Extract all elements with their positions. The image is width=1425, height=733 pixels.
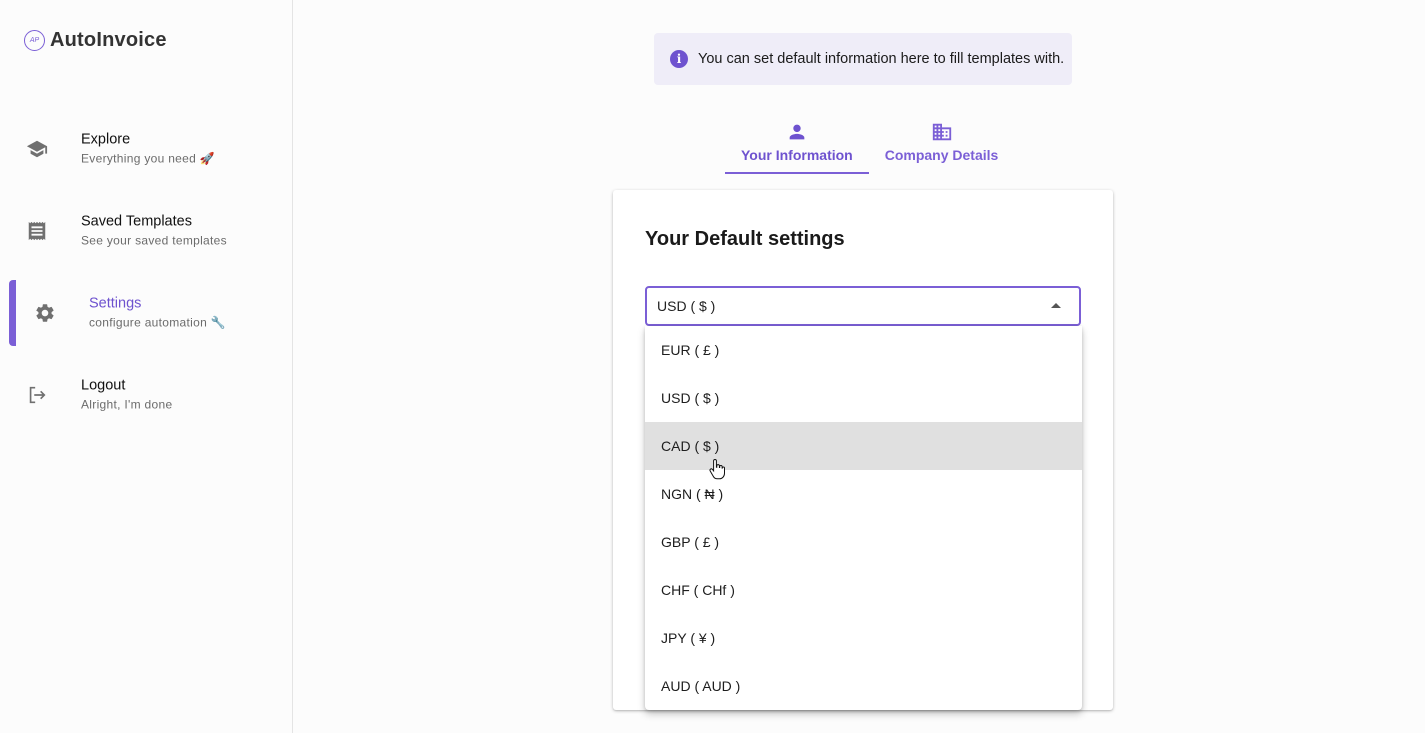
info-banner: i You can set default information here t… <box>654 33 1072 85</box>
logout-icon <box>29 386 46 404</box>
sidebar-item-title: Settings <box>89 295 142 312</box>
card-title: Your Default settings <box>645 228 845 250</box>
sidebar-item-subtitle: Everything you need 🚀 <box>81 151 215 166</box>
currency-option[interactable]: CHF ( CHf ) <box>645 566 1082 614</box>
tab-label: Your Information <box>741 147 853 163</box>
info-icon: i <box>670 50 688 68</box>
sidebar: AP AutoInvoice Explore Everything you ne… <box>0 0 293 733</box>
app-logo[interactable]: AP AutoInvoice <box>24 29 167 52</box>
receipt-icon <box>28 221 46 241</box>
tab-your-information[interactable]: Your Information <box>725 110 869 174</box>
app-name: AutoInvoice <box>50 29 167 51</box>
sidebar-item-explore[interactable]: Explore Everything you need 🚀 <box>0 116 292 182</box>
sidebar-item-settings[interactable]: Settings configure automation 🔧 <box>0 280 292 346</box>
app-root: AP AutoInvoice Explore Everything you ne… <box>0 0 1425 733</box>
currency-select-value: USD ( $ ) <box>657 298 716 314</box>
person-icon <box>789 124 805 140</box>
currency-option[interactable]: JPY ( ¥ ) <box>645 614 1082 662</box>
active-indicator <box>9 280 16 346</box>
sidebar-item-logout[interactable]: Logout Alright, I'm done <box>0 362 292 428</box>
sidebar-item-subtitle: configure automation 🔧 <box>89 315 226 330</box>
currency-option[interactable]: AUD ( AUD ) <box>645 662 1082 710</box>
logo-mark-icon: AP <box>24 30 45 51</box>
sidebar-item-title: Logout <box>81 377 126 394</box>
sidebar-item-subtitle: See your saved templates <box>81 233 227 248</box>
hand-cursor-icon <box>709 458 725 480</box>
tab-company-details[interactable]: Company Details <box>869 110 1015 174</box>
currency-option[interactable]: EUR ( £ ) <box>645 326 1082 374</box>
currency-option[interactable]: GBP ( £ ) <box>645 518 1082 566</box>
sidebar-item-saved-templates[interactable]: Saved Templates See your saved templates <box>0 198 292 264</box>
gear-icon <box>36 304 54 322</box>
settings-tabs: Your Information Company Details <box>725 110 1014 174</box>
currency-select[interactable]: USD ( $ ) <box>645 286 1081 326</box>
currency-dropdown-menu: EUR ( £ ) USD ( $ ) CAD ( $ ) NGN ( ₦ ) … <box>645 326 1082 710</box>
school-icon <box>26 140 48 158</box>
caret-up-icon <box>1051 303 1061 308</box>
info-banner-text: You can set default information here to … <box>698 51 1065 67</box>
currency-option[interactable]: USD ( $ ) <box>645 374 1082 422</box>
sidebar-item-title: Explore <box>81 131 131 148</box>
sidebar-item-title: Saved Templates <box>81 213 192 230</box>
sidebar-item-subtitle: Alright, I'm done <box>81 397 173 412</box>
building-icon <box>932 123 951 141</box>
tab-label: Company Details <box>884 147 999 163</box>
